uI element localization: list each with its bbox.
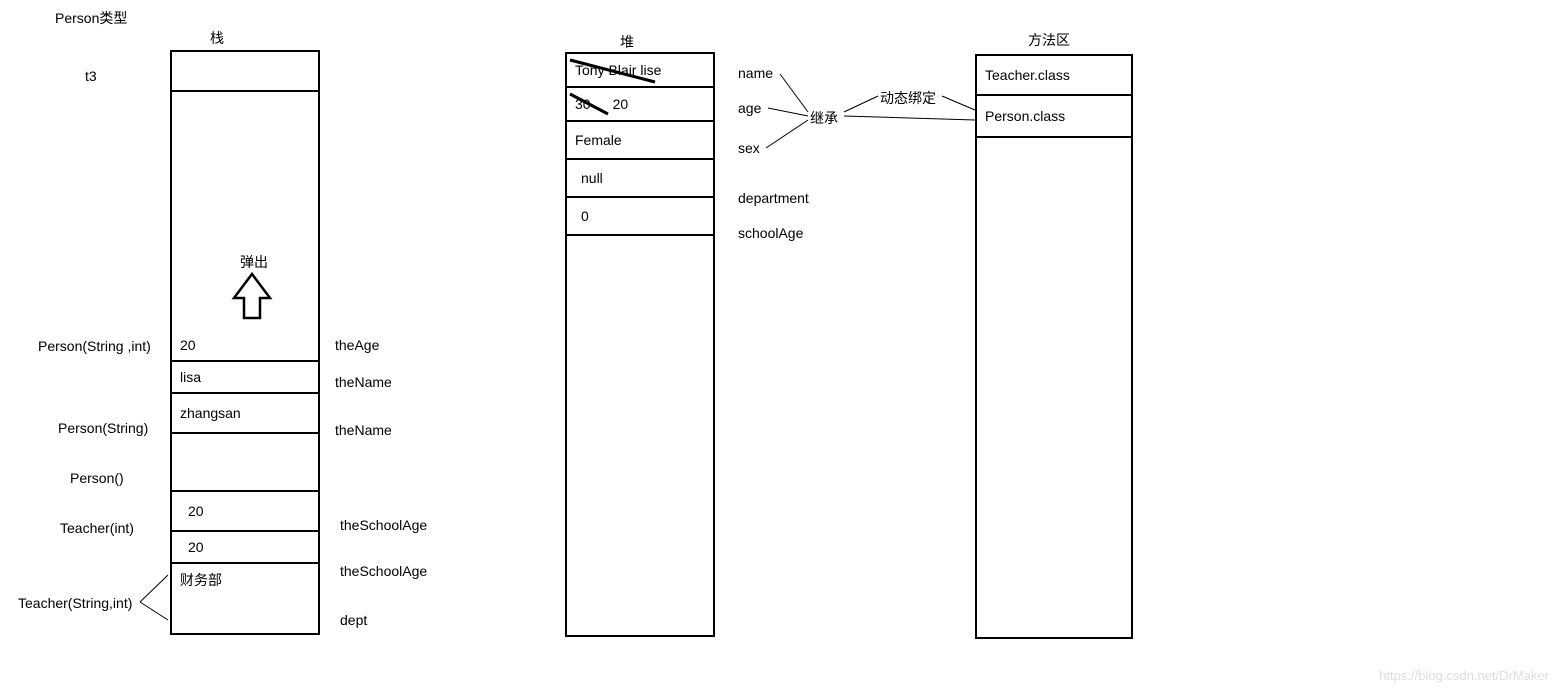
heap-title: 堆 [620, 32, 634, 52]
stack-val: 20 [180, 539, 204, 555]
teacher-class-val: Teacher.class [985, 67, 1070, 83]
heap-age-cell: 30 20 [567, 88, 713, 122]
dept-label: dept [340, 612, 367, 628]
inherit-label: 继承 [810, 108, 838, 128]
person-string-label: Person(String) [58, 420, 148, 436]
theage-label: theAge [335, 337, 379, 353]
stack-cell-zhangsan: zhangsan [172, 394, 318, 434]
stack-top-cell [172, 52, 318, 92]
heap-department-label: department [738, 190, 809, 206]
person-class-cell: Person.class [977, 96, 1131, 138]
heap-age-label: age [738, 100, 761, 116]
popup-label: 弹出 [240, 252, 268, 272]
stack-cell-20-1: 20 [172, 330, 318, 362]
stack-val: 财务部 [180, 570, 222, 590]
heap-name-cell: Tony Blair lise [567, 54, 713, 88]
heap-box: Tony Blair lise 30 20 Female null 0 [565, 52, 715, 637]
theschoolage1-label: theSchoolAge [340, 517, 427, 533]
stack-title: 栈 [210, 28, 224, 48]
heap-dept-cell: null [567, 160, 713, 198]
heap-dept-val: null [575, 170, 603, 186]
heap-name-label: name [738, 65, 773, 81]
stack-cell-finance: 财务部 [172, 564, 318, 596]
stack-val: 20 [180, 337, 196, 353]
stack-cell-20-3: 20 [172, 532, 318, 564]
heap-age-new: 20 [613, 96, 629, 112]
thename1-label: theName [335, 374, 392, 390]
stack-cell-lisa: lisa [172, 362, 318, 394]
heap-name-val: Tony Blair lise [575, 62, 661, 78]
teacher-string-int-label: Teacher(String,int) [18, 595, 132, 611]
heap-schoolage-val: 0 [575, 208, 589, 224]
stack-box: 弹出 20 lisa zhangsan 20 20 财务部 [170, 50, 320, 635]
theschoolage2-label: theSchoolAge [340, 563, 427, 579]
stack-val: zhangsan [180, 405, 241, 421]
person-class-val: Person.class [985, 108, 1065, 124]
teacher-class-cell: Teacher.class [977, 56, 1131, 96]
arrow-up-icon [230, 272, 274, 332]
stack-val: lisa [180, 369, 201, 385]
stack-val: 20 [180, 503, 204, 519]
stack-cell-empty-person [172, 434, 318, 492]
heap-schoolage-cell: 0 [567, 198, 713, 236]
person-type-label: Person类型 [55, 8, 127, 28]
thename2-label: theName [335, 422, 392, 438]
person-string-int-label: Person(String ,int) [38, 338, 151, 354]
stack-gap: 弹出 [172, 92, 318, 330]
heap-schoolage-label: schoolAge [738, 225, 803, 241]
teacher-int-label: Teacher(int) [60, 520, 134, 536]
method-area-box: Teacher.class Person.class [975, 54, 1133, 639]
heap-age-old: 30 [575, 96, 591, 112]
stack-cell-20-2: 20 [172, 492, 318, 532]
heap-sex-label: sex [738, 140, 760, 156]
heap-sex-cell: Female [567, 122, 713, 160]
method-area-title: 方法区 [1028, 30, 1070, 50]
heap-sex-val: Female [575, 132, 622, 148]
t3-label: t3 [85, 68, 97, 84]
person-empty-label: Person() [70, 470, 124, 486]
watermark: https://blog.csdn.net/DrMaker [1379, 668, 1549, 683]
dynamic-binding-label: 动态绑定 [880, 88, 936, 108]
